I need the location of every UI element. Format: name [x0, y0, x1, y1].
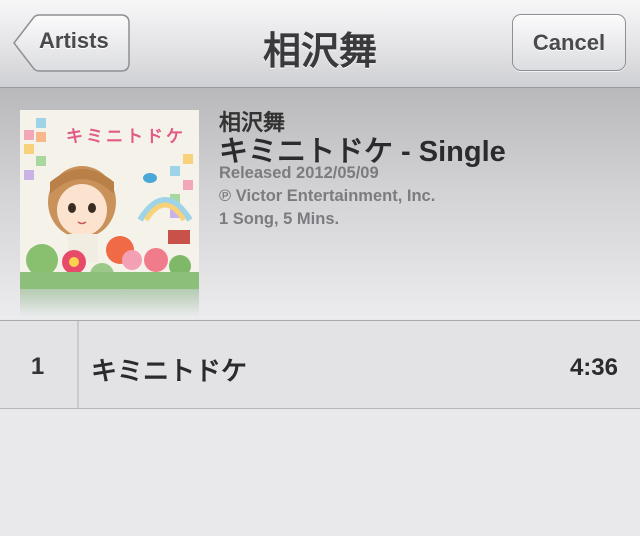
- artwork-reflection: [20, 289, 199, 317]
- navigation-bar: Artists 相沢舞 Cancel: [0, 0, 640, 88]
- artwork-text: キミニトドケ: [66, 127, 186, 147]
- track-number: 1: [30, 353, 45, 380]
- album-header: キミニトドケ 相沢舞 キミニトドケ - Single Released 2012…: [0, 88, 640, 319]
- track-name: キミニトドケ: [91, 356, 248, 386]
- album-summary: 1 Song, 5 Mins.: [219, 210, 340, 228]
- release-date: Released 2012/05/09: [219, 164, 379, 182]
- cancel-button[interactable]: Cancel: [512, 14, 626, 71]
- copyright: ℗ Victor Entertainment, Inc.: [219, 187, 436, 205]
- track-duration: 4:36: [569, 354, 618, 381]
- table-row[interactable]: 1 キミニトドケ 4:36: [0, 320, 640, 409]
- track-number-cell: 1: [0, 321, 79, 408]
- album-artwork-illustration: キミニトドケ: [20, 110, 199, 289]
- album-artwork[interactable]: キミニトドケ: [20, 110, 199, 289]
